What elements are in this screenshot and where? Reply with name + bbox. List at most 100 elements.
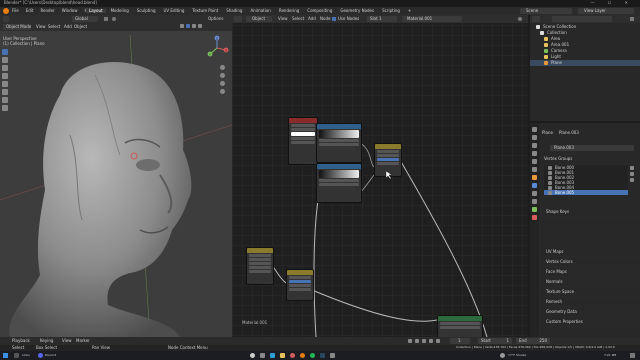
vertex-groups-list: Bone.000 Bone.001 Bone.002 Bone.003 Bone… <box>544 165 628 195</box>
viewport-3d[interactable]: Global Options Object Mode View Select A… <box>0 15 232 337</box>
object-tab-icon[interactable] <box>532 175 537 180</box>
tab-modeling[interactable]: Modeling <box>108 9 132 13</box>
clock[interactable]: 7:21 PM <box>604 354 616 357</box>
outliner-search-input[interactable] <box>552 16 612 22</box>
section-geometry-data[interactable]: Geometry Data <box>540 307 640 317</box>
tab-sculpting[interactable]: Sculpting <box>134 9 159 13</box>
data-tab-icon[interactable] <box>532 207 537 212</box>
main-menu: File Edit Render Window Help <box>12 9 94 13</box>
material-tab-icon[interactable] <box>532 215 537 220</box>
render-tab-icon[interactable] <box>532 135 537 140</box>
end-frame-field[interactable]: End 250 <box>516 338 550 344</box>
view-layer-tab-icon[interactable] <box>532 151 537 156</box>
section-uv-maps[interactable]: UV Maps <box>540 247 640 257</box>
workspace-tabs: Layout Modeling Sculpting UV Editing Tex… <box>86 8 414 14</box>
remove-icon[interactable] <box>630 172 634 176</box>
view-layer-label: View Layer <box>584 8 606 13</box>
jump-end-icon[interactable] <box>436 339 440 343</box>
section-texture-space[interactable]: Texture Space <box>540 287 640 297</box>
node-color-ramp-small[interactable] <box>288 117 318 165</box>
start-frame-field[interactable]: Start 1 <box>478 338 512 344</box>
vertex-groups-header[interactable]: Vertex Groups <box>544 157 572 161</box>
discord-icon[interactable] <box>38 353 43 358</box>
taskbar-app-label-2[interactable]: Discord <box>45 354 56 357</box>
section-remesh[interactable]: Remesh <box>540 297 640 307</box>
shape-keys-header: Shape Keys <box>546 208 570 214</box>
section-face-maps[interactable]: Face Maps <box>540 267 640 277</box>
taskbar-app-label-1[interactable]: Links <box>22 354 30 357</box>
data-name: Plane.003 <box>558 130 579 135</box>
filter-icon[interactable] <box>630 17 634 21</box>
outliner-panel: Scene Collection Collection Area Area.00… <box>530 15 640 121</box>
section-custom-properties[interactable]: Custom Properties <box>540 317 640 327</box>
chrome-icon[interactable] <box>290 353 295 358</box>
blender-logo-icon[interactable] <box>3 8 9 14</box>
chevron-down-icon[interactable] <box>630 178 634 182</box>
taskbar-pinned-apps <box>250 353 335 358</box>
view-layer-selector[interactable]: View Layer <box>578 8 634 14</box>
vertex-group-item[interactable]: Bone.005 <box>544 190 628 195</box>
add-icon[interactable] <box>630 166 634 170</box>
node-mapping[interactable] <box>286 269 314 301</box>
app-icon[interactable] <box>14 353 19 358</box>
timeline-menu-marker[interactable]: Marker <box>76 339 90 343</box>
properties-panel: Plane Plane.003 Plane.003 Vertex Groups … <box>530 123 640 341</box>
shape-keys-section[interactable]: Shape Keys <box>540 207 640 217</box>
shader-node-editor[interactable]: Object View Select Add Node Use Nodes Sl… <box>232 15 528 337</box>
tab-texture-paint[interactable]: Texture Paint <box>189 9 221 13</box>
tab-geometry-nodes[interactable]: Geometry Nodes <box>337 9 377 13</box>
tab-compositing[interactable]: Compositing <box>304 9 335 13</box>
windows-start-icon[interactable] <box>3 353 8 358</box>
blender-taskbar-icon[interactable] <box>300 353 305 358</box>
mouse-cursor-icon <box>386 171 392 179</box>
menu-file[interactable]: File <box>12 9 19 13</box>
spotify-icon[interactable] <box>310 353 315 358</box>
prev-keyframe-icon[interactable] <box>415 339 419 343</box>
menu-edit[interactable]: Edit <box>26 9 34 13</box>
menu-window[interactable]: Window <box>62 9 78 13</box>
weather-icon <box>500 353 505 358</box>
node-color-ramp-2[interactable] <box>316 163 362 203</box>
physics-tab-icon[interactable] <box>532 199 537 204</box>
particles-tab-icon[interactable] <box>532 191 537 196</box>
menu-render[interactable]: Render <box>40 9 54 13</box>
weather-label[interactable]: 77°F Smoke <box>508 354 526 357</box>
edge-browser-icon[interactable] <box>270 353 275 358</box>
scene-tab-icon[interactable] <box>532 159 537 164</box>
tab-scripting[interactable]: Scripting <box>379 9 403 13</box>
modifier-tab-icon[interactable] <box>532 183 537 188</box>
properties-tabs <box>530 123 539 341</box>
node-color-ramp-1[interactable] <box>316 123 362 163</box>
notification-icon[interactable] <box>630 353 635 358</box>
mesh-data-field[interactable]: Plane.003 <box>550 145 634 151</box>
section-normals[interactable]: Normals <box>540 277 640 287</box>
tab-uv-editing[interactable]: UV Editing <box>161 9 188 13</box>
tab-add[interactable]: + <box>405 9 414 13</box>
task-view-icon[interactable] <box>260 353 265 358</box>
tab-animation[interactable]: Animation <box>247 9 273 13</box>
section-vertex-colors[interactable]: Vertex Colors <box>540 257 640 267</box>
play-icon[interactable] <box>422 339 426 343</box>
current-frame-field[interactable]: 1 <box>450 338 470 344</box>
outliner-editor-type[interactable] <box>532 16 540 22</box>
output-tab-icon[interactable] <box>532 143 537 148</box>
search-icon[interactable] <box>250 353 255 358</box>
timeline-menu-playback[interactable]: Playback <box>12 339 30 343</box>
scene-selector[interactable]: Scene <box>520 8 572 14</box>
outliner-item-plane[interactable]: Plane <box>530 60 640 66</box>
steam-icon[interactable] <box>320 353 325 358</box>
tool-tab-icon[interactable] <box>532 127 537 132</box>
tab-rendering[interactable]: Rendering <box>276 9 302 13</box>
tab-shading[interactable]: Shading <box>223 9 245 13</box>
next-keyframe-icon[interactable] <box>429 339 433 343</box>
node-texture-coordinate[interactable] <box>246 247 274 285</box>
settings-gear-icon[interactable] <box>330 353 335 358</box>
tab-layout[interactable]: Layout <box>86 9 106 13</box>
jump-start-icon[interactable] <box>408 339 412 343</box>
file-explorer-icon[interactable] <box>280 353 285 358</box>
node-material-output[interactable] <box>437 315 483 337</box>
world-tab-icon[interactable] <box>532 167 537 172</box>
timeline-menu-view[interactable]: View <box>62 339 72 343</box>
timeline-menu-keying[interactable]: Keying <box>40 339 53 343</box>
window-controls[interactable]: — ☐ ✕ <box>591 1 634 5</box>
